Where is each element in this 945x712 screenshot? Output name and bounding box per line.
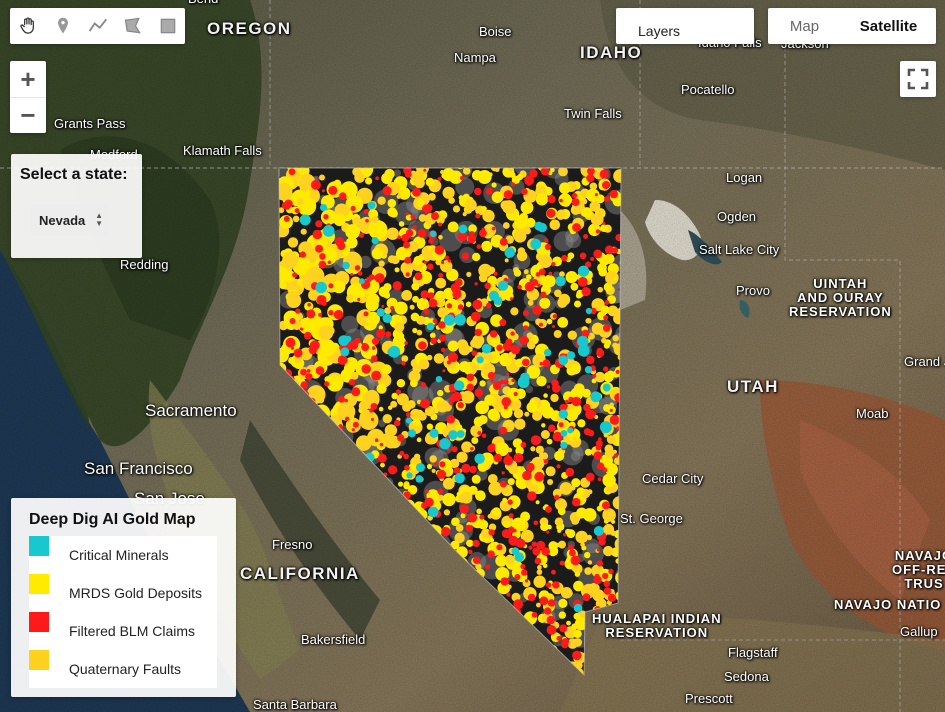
- place-label: UINTAH AND OURAY RESERVATION: [789, 276, 892, 319]
- legend-item: Critical Minerals: [29, 536, 217, 574]
- place-label: Ogden: [717, 209, 757, 224]
- place-label: HUALAPAI INDIAN RESERVATION: [592, 611, 722, 640]
- hand-icon[interactable]: [10, 8, 45, 44]
- place-label: Boise: [479, 24, 512, 39]
- place-label: Flagstaff: [728, 645, 778, 660]
- legend-swatch: [29, 650, 49, 670]
- zoom-out-button[interactable]: −: [10, 97, 46, 133]
- drawing-toolbar: [10, 8, 185, 44]
- place-label: Provo: [736, 283, 770, 298]
- legend-item-label: MRDS Gold Deposits: [69, 585, 203, 601]
- legend-item-label: Filtered BLM Claims: [69, 623, 196, 639]
- place-label: Cedar City: [642, 471, 704, 486]
- place-label: Sacramento: [145, 401, 237, 420]
- state-selector-label: Select a state:: [20, 166, 128, 183]
- legend-title: Deep Dig AI Gold Map: [29, 511, 196, 528]
- place-label: IDAHO: [580, 43, 643, 62]
- place-label: Moab: [856, 406, 889, 421]
- place-label: Twin Falls: [564, 106, 622, 121]
- legend-item: Quaternary Faults: [29, 650, 217, 688]
- map-type-satellite-button[interactable]: Satellite: [841, 8, 936, 44]
- line-icon[interactable]: [80, 8, 115, 44]
- place-label: Bakersfield: [301, 632, 366, 647]
- place-label: Santa Barbara: [253, 697, 337, 712]
- place-label: NAVAJOOFF-RESTRUS: [892, 548, 945, 591]
- rectangle-icon[interactable]: [150, 8, 185, 44]
- legend-items: Critical Minerals MRDS Gold Deposits Filte…: [29, 536, 217, 688]
- place-label: Gallup: [900, 624, 938, 639]
- layers-button[interactable]: Layers: [616, 8, 754, 44]
- zoom-control: + −: [10, 61, 46, 133]
- place-label: CALIFORNIA: [240, 564, 360, 583]
- place-label: San Francisco: [84, 459, 193, 478]
- legend-item-label: Quaternary Faults: [69, 661, 182, 677]
- place-label: Pocatello: [681, 82, 735, 97]
- legend-item-label: Critical Minerals: [69, 547, 169, 563]
- marker-icon[interactable]: [45, 8, 80, 44]
- place-label: Logan: [726, 170, 763, 185]
- map-type-map-button[interactable]: Map: [768, 8, 841, 44]
- place-label: Nampa: [454, 50, 496, 65]
- state-selector-panel: Select a state: Nevada ▲ ▼: [11, 154, 142, 258]
- state-select-value: Nevada: [39, 212, 86, 228]
- place-label: UTAH: [727, 377, 779, 396]
- place-label: Fresno: [272, 537, 313, 552]
- place-label: Salt Lake City: [699, 242, 780, 257]
- legend-item: Filtered BLM Claims: [29, 612, 217, 650]
- place-label: Grand Junction: [904, 354, 945, 369]
- map-legend: Deep Dig AI Gold Map Critical Minerals MR…: [11, 498, 236, 697]
- place-label: OREGON: [207, 19, 292, 38]
- select-arrows-icon: ▲ ▼: [95, 211, 103, 228]
- place-label: Redding: [120, 257, 169, 272]
- state-select[interactable]: Nevada ▲ ▼: [31, 204, 109, 236]
- place-label: Grants Pass: [54, 116, 126, 131]
- polygon-icon[interactable]: [115, 8, 150, 44]
- legend-swatch: [29, 612, 49, 632]
- legend-item: MRDS Gold Deposits: [29, 574, 217, 612]
- place-label: Klamath Falls: [183, 143, 262, 158]
- place-label: Prescott: [685, 691, 733, 706]
- legend-swatch: [29, 536, 49, 556]
- fullscreen-button[interactable]: [900, 61, 936, 97]
- fullscreen-icon: [907, 68, 929, 90]
- place-label: NAVAJO NATIO: [834, 597, 942, 612]
- zoom-in-button[interactable]: +: [10, 61, 46, 97]
- place-label: Sedona: [724, 669, 769, 684]
- legend-swatch: [29, 574, 49, 594]
- map-type-control: Map Satellite: [768, 8, 936, 44]
- place-label: St. George: [620, 511, 683, 526]
- place-label: Bend: [188, 0, 218, 5]
